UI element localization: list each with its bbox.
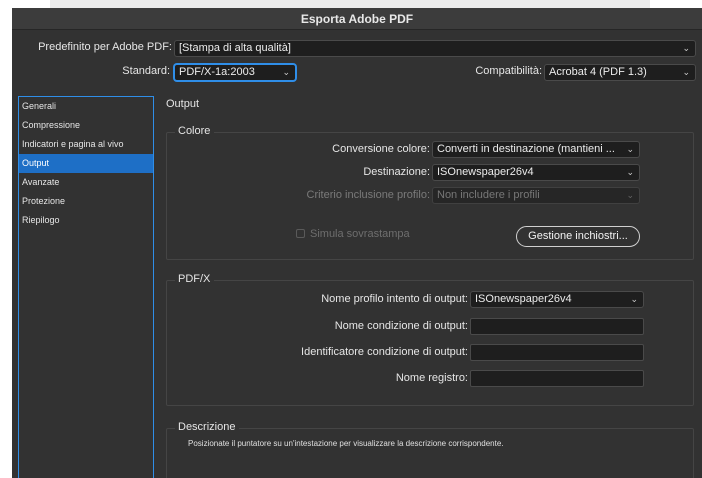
description-text: Posizionate il puntatore su un'intestazi… (188, 439, 504, 448)
dialog-title: Esporta Adobe PDF (12, 8, 702, 30)
sidebar-item-avanzate[interactable]: Avanzate (19, 173, 153, 192)
profile-inclusion-label: Criterio inclusione profilo: (306, 189, 431, 201)
sidebar-item-generali[interactable]: Generali (19, 97, 153, 116)
description-group-title: Descrizione (175, 421, 240, 433)
preset-label: Predefinito per Adobe PDF: (38, 41, 172, 53)
chevron-down-icon: ⌄ (626, 144, 634, 154)
compatibility-select[interactable]: Acrobat 4 (PDF 1.3) ⌄ (544, 64, 696, 81)
sidebar-item-protezione[interactable]: Protezione (19, 192, 153, 211)
background-window-strip (0, 0, 702, 8)
profile-inclusion-select[interactable]: Non includere i profili ⌄ (432, 187, 640, 204)
destination-select[interactable]: ISOnewspaper26v4 ⌄ (432, 164, 640, 181)
output-intent-label: Nome profilo intento di output: (321, 293, 468, 305)
sidebar-item-output[interactable]: Output (19, 154, 153, 173)
color-group-title: Colore (175, 125, 215, 137)
chevron-down-icon: ⌄ (626, 167, 634, 177)
color-conversion-value: Converti in destinazione (mantieni ... (437, 143, 615, 155)
background-window-bar (50, 0, 650, 8)
destination-label: Destinazione: (363, 166, 430, 178)
color-conversion-select[interactable]: Converti in destinazione (mantieni ... ⌄ (432, 141, 640, 158)
color-conversion-label: Conversione colore: (332, 143, 430, 155)
sidebar-item-riepilogo[interactable]: Riepilogo (19, 211, 153, 230)
section-title: Output (166, 98, 200, 110)
category-sidebar: Generali Compressione Indicatori e pagin… (18, 96, 154, 478)
compatibility-label: Compatibilità: (475, 65, 542, 77)
output-condition-name-label: Nome condizione di output: (334, 320, 468, 332)
registry-name-field[interactable] (470, 370, 644, 387)
output-intent-value: ISOnewspaper26v4 (475, 293, 572, 305)
standard-label: Standard: (122, 65, 170, 77)
registry-name-label: Nome registro: (395, 372, 468, 384)
sidebar-item-indicatori[interactable]: Indicatori e pagina al vivo (19, 135, 153, 154)
ink-manager-button[interactable]: Gestione inchiostri... (516, 226, 640, 247)
output-intent-select[interactable]: ISOnewspaper26v4 ⌄ (470, 291, 644, 308)
chevron-down-icon: ⌄ (682, 43, 690, 53)
chevron-down-icon: ⌄ (682, 67, 690, 77)
output-condition-id-field[interactable] (470, 344, 644, 361)
description-group: Descrizione (166, 421, 694, 478)
sidebar-item-compressione[interactable]: Compressione (19, 116, 153, 135)
standard-select-value: PDF/X-1a:2003 (179, 66, 255, 78)
compatibility-select-value: Acrobat 4 (PDF 1.3) (549, 66, 647, 78)
checkbox-icon (296, 229, 305, 238)
simulate-overprint-checkbox[interactable]: Simula sovrastampa (296, 228, 410, 240)
output-condition-name-field[interactable] (470, 318, 644, 335)
destination-value: ISOnewspaper26v4 (437, 166, 534, 178)
chevron-down-icon: ⌄ (626, 190, 634, 200)
standard-select[interactable]: PDF/X-1a:2003 ⌄ (174, 64, 296, 81)
chevron-down-icon: ⌄ (630, 294, 638, 304)
chevron-down-icon: ⌄ (282, 67, 290, 77)
export-pdf-dialog: Esporta Adobe PDF Predefinito per Adobe … (12, 8, 702, 478)
profile-inclusion-value: Non includere i profili (437, 189, 540, 201)
preset-select-value: [Stampa di alta qualità] (179, 42, 291, 54)
simulate-overprint-label: Simula sovrastampa (310, 228, 410, 240)
pdfx-group-title: PDF/X (175, 273, 215, 285)
preset-select[interactable]: [Stampa di alta qualità] ⌄ (174, 40, 696, 57)
output-condition-id-label: Identificatore condizione di output: (301, 346, 468, 358)
